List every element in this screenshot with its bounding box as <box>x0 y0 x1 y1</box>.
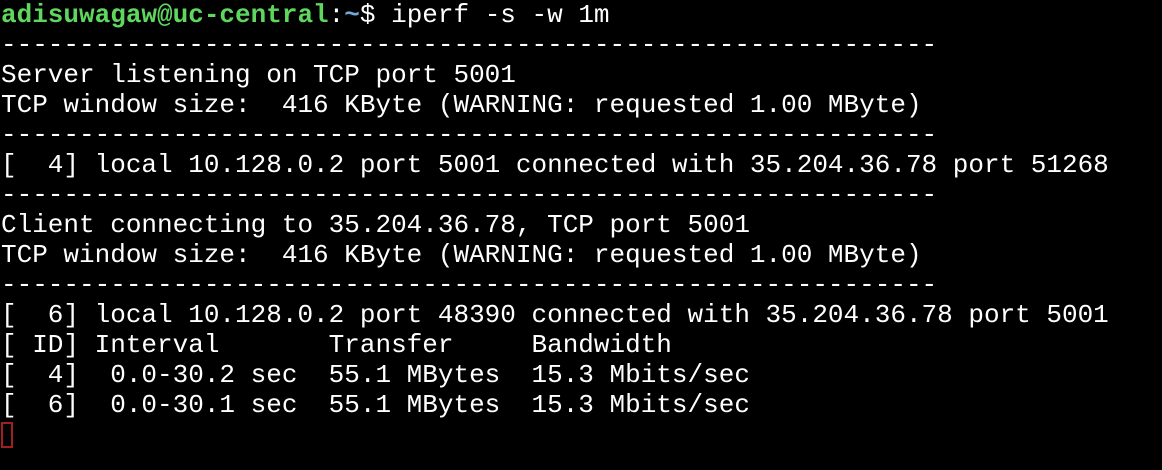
prompt-command: iperf -s -w 1m <box>375 0 610 30</box>
cursor-line[interactable] <box>1 420 1162 450</box>
output-table-header: [ ID] Interval Transfer Bandwidth <box>1 330 672 360</box>
prompt-path: ~ <box>344 0 360 30</box>
output-line-client-connecting: Client connecting to 35.204.36.78, TCP p… <box>1 210 750 240</box>
output-table-row: [ 6] 0.0-30.1 sec 55.1 MBytes 15.3 Mbits… <box>1 390 750 420</box>
prompt-user-host: adisuwagaw@uc-central <box>1 0 329 30</box>
output-line-connection: [ 6] local 10.128.0.2 port 48390 connect… <box>1 300 1109 330</box>
output-line-window-size: TCP window size: 416 KByte (WARNING: req… <box>1 240 922 270</box>
terminal-window[interactable]: adisuwagaw@uc-central:~$ iperf -s -w 1m … <box>0 0 1162 470</box>
output-line-window-size: TCP window size: 416 KByte (WARNING: req… <box>1 90 922 120</box>
output-separator-line: ----------------------------------------… <box>1 180 938 210</box>
output-separator-line: ----------------------------------------… <box>1 120 938 150</box>
output-table-row: [ 4] 0.0-30.2 sec 55.1 MBytes 15.3 Mbits… <box>1 360 750 390</box>
output-line-server-listening: Server listening on TCP port 5001 <box>1 60 516 90</box>
prompt-line: adisuwagaw@uc-central:~$ iperf -s -w 1m <box>1 0 1162 30</box>
cursor-block[interactable] <box>1 422 13 448</box>
output-line-connection: [ 4] local 10.128.0.2 port 5001 connecte… <box>1 150 1109 180</box>
prompt-symbol: $ <box>359 0 376 30</box>
output-separator-line: ----------------------------------------… <box>1 30 938 60</box>
output-separator-line: ----------------------------------------… <box>1 270 938 300</box>
prompt-separator: : <box>328 0 345 30</box>
